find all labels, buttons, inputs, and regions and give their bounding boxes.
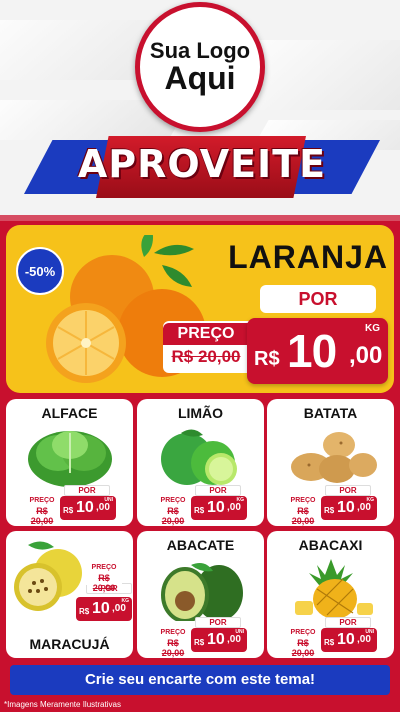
old-price: R$ 20,00	[291, 638, 315, 658]
price-tag: R$ 10 ,00 UNI	[191, 628, 247, 652]
product-name: ALFACE	[41, 405, 98, 421]
por-label: POR	[195, 617, 241, 628]
price-decimal: ,00	[227, 634, 241, 645]
por-label: POR	[325, 485, 371, 496]
price-integer: 10	[337, 499, 355, 516]
price-unit: KG	[365, 323, 380, 334]
price-integer: 10	[337, 631, 355, 648]
old-price-box: PREÇO R$ 20,00	[285, 496, 321, 526]
aproveite-banner: APROVEITE	[24, 136, 380, 198]
price-decimal: ,00	[349, 342, 383, 369]
por-label: POR	[64, 485, 110, 496]
price-tag: R$ 10 ,00 KG	[76, 597, 132, 621]
cta-button[interactable]: Crie seu encarte com este tema!	[10, 665, 390, 695]
old-price: R$ 20,00	[291, 506, 315, 526]
price-unit: KG	[121, 598, 130, 604]
logo-line2: Aqui	[164, 59, 236, 96]
product-card-alface[interactable]: ALFACE POR PREÇO R$ 20,00 R$ 10 ,00 UNI	[6, 399, 133, 526]
price-integer: 10	[287, 325, 337, 377]
price-unit: KG	[236, 497, 245, 503]
price-unit: KG	[366, 497, 375, 503]
old-price: R$ 20,00	[171, 347, 241, 366]
price-unit: UNI	[235, 629, 244, 635]
price-tag: R$ 10 ,00 UNI	[60, 496, 116, 520]
logo-placeholder[interactable]: Sua Logo Aqui	[135, 2, 265, 132]
old-price-box: PREÇO R$ 20,00	[163, 321, 249, 373]
price-currency: R$	[324, 638, 335, 647]
avocado-icon	[161, 563, 243, 621]
price-unit: UNI	[104, 497, 113, 503]
product-card-abacate[interactable]: ABACATE POR PREÇO R$ 20,00 R$ 10 ,00 UNI	[137, 531, 264, 658]
price-currency: R$	[194, 638, 205, 647]
old-price: R$ 20,00	[161, 506, 185, 526]
por-label: POR	[325, 617, 371, 628]
preco-label: PREÇO	[285, 496, 321, 505]
product-name: ABACAXI	[298, 537, 363, 553]
old-price-box: PREÇO R$ 20,00	[285, 628, 321, 658]
featured-product-name: LARANJA	[228, 239, 388, 275]
potato-icon	[291, 432, 377, 483]
preco-label: PREÇO	[163, 323, 249, 345]
old-price-box: PREÇO R$ 20,00	[24, 496, 60, 526]
price-unit: UNI	[365, 629, 374, 635]
price-tag: R$ 10 ,00 KG	[191, 496, 247, 520]
old-price: R$ 20,00	[161, 638, 185, 658]
price-currency: R$	[63, 506, 74, 515]
old-price-box: PREÇO R$ 20,00	[155, 628, 191, 658]
price-tag: R$ 10 ,00 KG	[247, 318, 388, 384]
product-name: ABACATE	[166, 537, 235, 553]
price-integer: 10	[76, 499, 94, 516]
price-decimal: ,00	[357, 634, 371, 645]
product-card-maracuja[interactable]: MARACUJÁ POR PREÇO R$ 20,00 R$ 10 ,00 KG	[6, 531, 133, 658]
old-price-box: PREÇO R$ 20,00	[155, 496, 191, 526]
preco-label: PREÇO	[155, 496, 191, 505]
price-integer: 10	[92, 600, 110, 617]
old-price-box: PREÇO R$ 20,00	[86, 563, 122, 593]
lettuce-icon	[28, 431, 112, 487]
product-name: MARACUJÁ	[29, 636, 110, 652]
offers-area: -50% LARANJA POR PREÇO R$ 20,00 R$ 10 ,0	[0, 215, 400, 712]
preco-label: PREÇO	[86, 563, 122, 572]
price-tag: R$ 10 ,00 UNI	[321, 628, 377, 652]
por-label: POR	[195, 485, 241, 496]
price-decimal: ,00	[96, 502, 110, 513]
product-card-batata[interactable]: BATATA POR PREÇO R$ 20,00 R$ 10 ,00 KG	[267, 399, 394, 526]
por-label: POR	[260, 285, 376, 313]
header: Sua Logo Aqui APROVEITE	[0, 0, 400, 215]
price-decimal: ,00	[112, 603, 126, 614]
price-decimal: ,00	[227, 502, 241, 513]
product-name: LIMÃO	[177, 405, 224, 421]
preco-label: PREÇO	[24, 496, 60, 505]
price-currency: R$	[194, 506, 205, 515]
product-card-abacaxi[interactable]: ABACAXI POR PREÇO R$ 20,00 R$ 10 ,00 UNI	[267, 531, 394, 658]
featured-product-card[interactable]: -50% LARANJA POR PREÇO R$ 20,00 R$ 10 ,0	[6, 225, 394, 393]
product-card-limao[interactable]: LIMÃO POR PREÇO R$ 20,00 R$ 10 ,00 KG	[137, 399, 264, 526]
old-price: R$ 20,00	[30, 506, 54, 526]
price-decimal: ,00	[357, 502, 371, 513]
lime-icon	[161, 429, 237, 485]
discount-badge: -50%	[16, 247, 64, 295]
price-currency: R$	[79, 607, 90, 616]
preco-label: PREÇO	[155, 628, 191, 637]
price-integer: 10	[207, 499, 225, 516]
price-integer: 10	[207, 631, 225, 648]
product-name: BATATA	[303, 405, 358, 421]
pineapple-icon	[295, 559, 373, 619]
divider	[0, 215, 400, 221]
price-currency: R$	[324, 506, 335, 515]
price-currency: R$	[254, 348, 280, 370]
logo-line1: Sua Logo	[149, 37, 251, 63]
price-tag: R$ 10 ,00 KG	[321, 496, 377, 520]
disclaimer: *Imagens Meramente Ilustrativas	[4, 700, 121, 709]
preco-label: PREÇO	[285, 628, 321, 637]
old-price: R$ 20,00	[92, 573, 116, 593]
banner-title: APROVEITE	[77, 142, 327, 186]
